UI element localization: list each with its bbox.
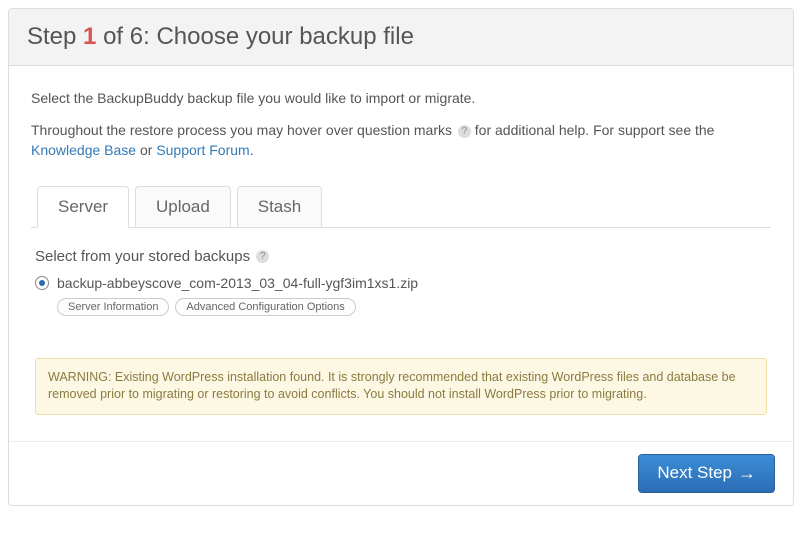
panel-footer: Next Step → bbox=[9, 441, 793, 505]
next-step-label: Next Step bbox=[657, 463, 732, 483]
knowledge-base-link[interactable]: Knowledge Base bbox=[31, 142, 136, 158]
intro-text: Select the BackupBuddy backup file you w… bbox=[31, 90, 771, 106]
tab-server[interactable]: Server bbox=[37, 186, 129, 228]
support-forum-link[interactable]: Support Forum bbox=[156, 142, 249, 158]
step-word: Step bbox=[27, 23, 76, 50]
help-text: Throughout the restore process you may h… bbox=[31, 120, 771, 161]
help-end: . bbox=[250, 142, 254, 158]
question-icon[interactable]: ? bbox=[458, 125, 471, 138]
arrow-right-icon: → bbox=[738, 463, 756, 484]
tab-upload[interactable]: Upload bbox=[135, 186, 231, 227]
stored-backups-label: Select from your stored backups ? bbox=[35, 248, 767, 265]
panel-body: Select the BackupBuddy backup file you w… bbox=[9, 66, 793, 441]
help-or: or bbox=[136, 142, 156, 158]
step-title: Step 1 of 6: Choose your backup file bbox=[27, 23, 775, 51]
tab-stash[interactable]: Stash bbox=[237, 186, 322, 227]
question-icon[interactable]: ? bbox=[256, 250, 269, 263]
panel-header: Step 1 of 6: Choose your backup file bbox=[9, 9, 793, 66]
radio-button[interactable] bbox=[35, 276, 49, 290]
step-rest: of 6: Choose your backup file bbox=[96, 23, 414, 50]
backup-actions: Server Information Advanced Configuratio… bbox=[57, 297, 767, 316]
warning-message: WARNING: Existing WordPress installation… bbox=[35, 358, 767, 415]
server-information-button[interactable]: Server Information bbox=[57, 298, 169, 316]
radio-selected-icon bbox=[39, 280, 45, 286]
step-number: 1 bbox=[83, 23, 96, 50]
wizard-panel: Step 1 of 6: Choose your backup file Sel… bbox=[8, 8, 794, 506]
advanced-configuration-button[interactable]: Advanced Configuration Options bbox=[175, 298, 355, 316]
tab-content-server: Select from your stored backups ? backup… bbox=[31, 228, 771, 425]
backup-filename: backup-abbeyscove_com-2013_03_04-full-yg… bbox=[57, 275, 418, 291]
next-step-button[interactable]: Next Step → bbox=[638, 454, 775, 493]
help-pre: Throughout the restore process you may h… bbox=[31, 122, 456, 138]
source-tabs: Server Upload Stash bbox=[31, 185, 771, 228]
stored-label-text: Select from your stored backups bbox=[35, 248, 250, 265]
help-post: for additional help. For support see the bbox=[471, 122, 715, 138]
backup-option-row[interactable]: backup-abbeyscove_com-2013_03_04-full-yg… bbox=[35, 275, 767, 291]
